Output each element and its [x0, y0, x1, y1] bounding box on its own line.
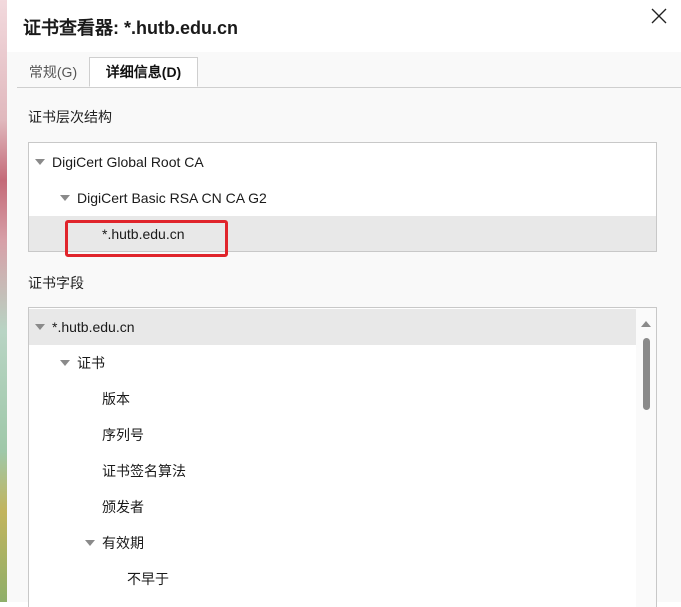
chevron-down-icon[interactable] [33, 157, 47, 167]
chevron-down-icon[interactable] [83, 538, 97, 548]
tree-item-label: *.hutb.edu.cn [102, 226, 185, 242]
tree-item-intermediate-ca[interactable]: DigiCert Basic RSA CN CA G2 [58, 180, 654, 216]
tree-item-label: DigiCert Basic RSA CN CA G2 [77, 190, 267, 206]
field-item-label: 有效期 [102, 535, 144, 551]
fields-label: 证书字段 [28, 275, 84, 291]
field-item-serial-number[interactable]: 序列号 [102, 417, 144, 453]
field-item-label: 证书签名算法 [102, 463, 186, 479]
field-item-certificate[interactable]: 证书 [58, 345, 105, 381]
background-window-strip [0, 0, 7, 602]
field-item-validity[interactable]: 有效期 [83, 525, 144, 561]
field-item-label: *.hutb.edu.cn [52, 319, 135, 335]
field-item-not-before[interactable]: 不早于 [127, 561, 169, 597]
close-button[interactable] [637, 0, 681, 32]
field-item-signature-algorithm[interactable]: 证书签名算法 [102, 453, 186, 489]
field-item-label: 序列号 [102, 427, 144, 443]
chevron-down-icon[interactable] [58, 193, 72, 203]
field-item-label: 不早于 [127, 571, 169, 587]
scroll-up-icon[interactable] [640, 318, 652, 330]
certificate-viewer-dialog: 证书查看器: *.hutb.edu.cn 常规(G) 详细信息(D) 证书层次结… [7, 0, 681, 607]
chevron-down-icon[interactable] [58, 358, 72, 368]
scrollbar-thumb[interactable] [643, 338, 650, 410]
hierarchy-label: 证书层次结构 [28, 109, 112, 125]
tab-general[interactable]: 常规(G) [19, 57, 87, 87]
hierarchy-tree[interactable]: DigiCert Global Root CA DigiCert Basic R… [28, 142, 657, 252]
field-item-label: 证书 [77, 355, 105, 371]
field-item-label: 颁发者 [102, 499, 144, 515]
details-tab-content: 证书层次结构 DigiCert Global Root CA DigiCert … [7, 88, 681, 607]
tab-details[interactable]: 详细信息(D) [89, 57, 198, 87]
tree-item-root-ca[interactable]: DigiCert Global Root CA [33, 144, 654, 180]
tree-item-leaf-cert[interactable]: *.hutb.edu.cn [29, 216, 656, 251]
chevron-down-icon[interactable] [33, 322, 47, 332]
field-item-label: 版本 [102, 391, 130, 407]
fields-tree[interactable]: *.hutb.edu.cn 证书 版本 序列号 证书签名算法 颁发者 有效期 不… [28, 307, 657, 607]
field-item-subject[interactable]: *.hutb.edu.cn [29, 309, 636, 345]
close-icon [651, 8, 667, 24]
fields-scrollbar[interactable] [636, 308, 656, 607]
field-item-version[interactable]: 版本 [102, 381, 130, 417]
tree-item-label: DigiCert Global Root CA [52, 154, 204, 170]
field-item-issuer[interactable]: 颁发者 [102, 489, 144, 525]
window-title: 证书查看器: *.hutb.edu.cn [23, 18, 238, 38]
title-bar: 证书查看器: *.hutb.edu.cn [7, 0, 681, 52]
